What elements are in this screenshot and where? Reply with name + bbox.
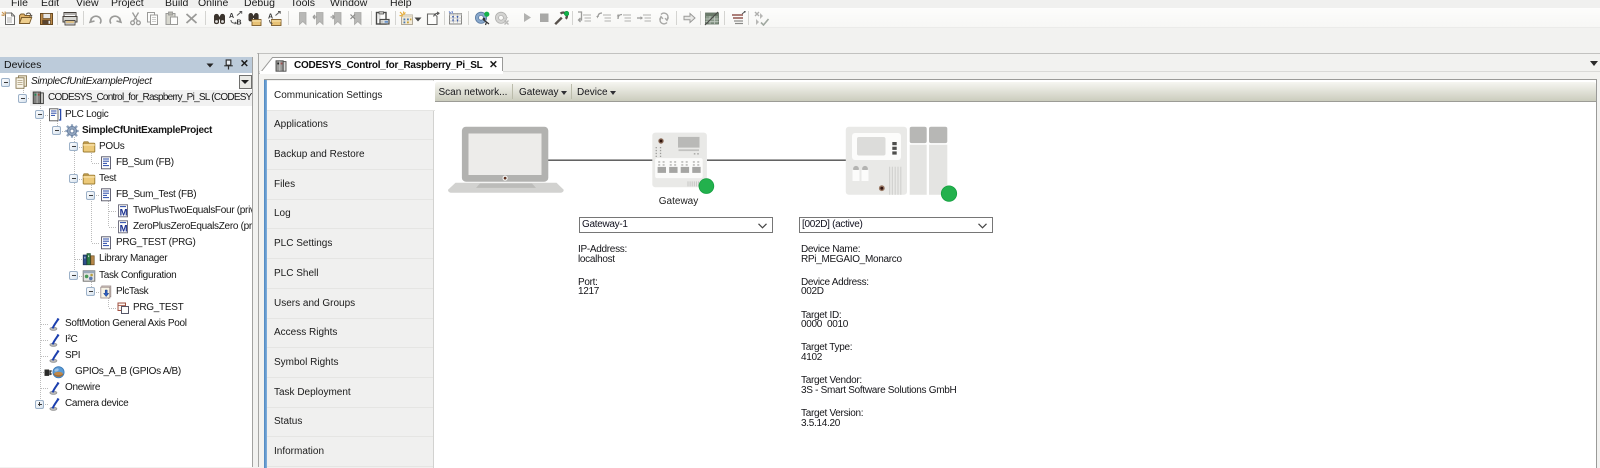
svg-text:M: M xyxy=(120,224,128,235)
svg-text:M: M xyxy=(120,207,128,218)
svg-text:A: A xyxy=(229,13,234,20)
svg-text:B: B xyxy=(236,20,241,27)
